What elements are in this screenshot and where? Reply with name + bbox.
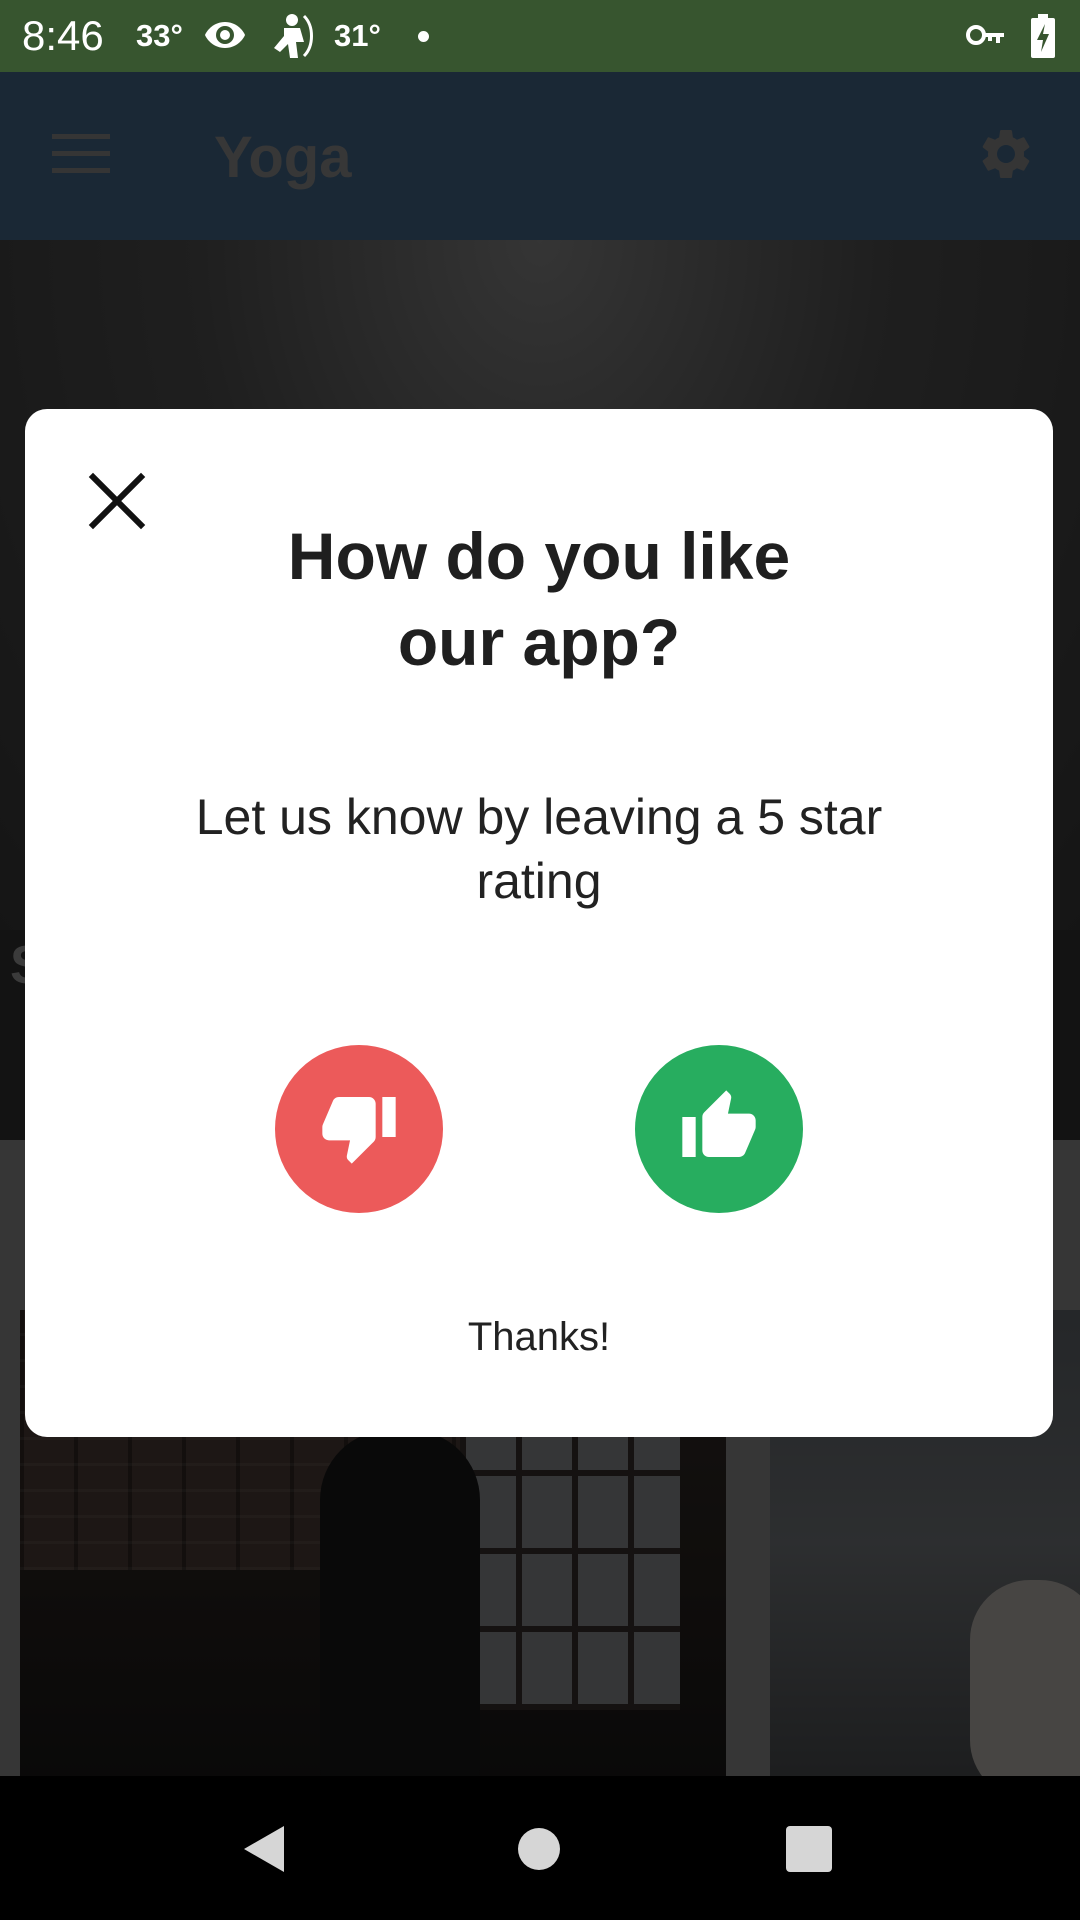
vpn-key-icon	[966, 20, 1006, 55]
like-button[interactable]	[635, 1045, 803, 1213]
status-temperature-2: 31°	[334, 18, 381, 53]
battery-charging-icon	[1030, 14, 1056, 63]
status-temperature-1: 33°	[136, 18, 183, 53]
rating-dialog: How do you like our app? Let us know by …	[25, 409, 1053, 1437]
eye-icon	[204, 18, 246, 57]
status-bar: 8:46 33° 31°	[0, 0, 1080, 72]
status-time: 8:46	[22, 12, 104, 59]
home-icon[interactable]	[518, 1828, 560, 1870]
dot-icon	[418, 31, 429, 42]
recents-icon[interactable]	[786, 1826, 832, 1872]
dialog-title-line-1: How do you like	[287, 519, 791, 593]
dialog-message: Let us know by leaving a 5 star rating	[195, 789, 883, 909]
dialog-title-line-2: our app?	[397, 605, 681, 679]
thanks-text: Thanks!	[467, 1315, 611, 1359]
back-icon[interactable]	[240, 1824, 286, 1879]
archer-icon	[270, 12, 314, 65]
thumbs-up-icon	[679, 1087, 759, 1172]
thumbs-down-icon	[319, 1087, 399, 1172]
system-nav-bar	[0, 1776, 1080, 1920]
dialog-title: How do you like our app?	[25, 513, 1053, 685]
dislike-button[interactable]	[275, 1045, 443, 1213]
